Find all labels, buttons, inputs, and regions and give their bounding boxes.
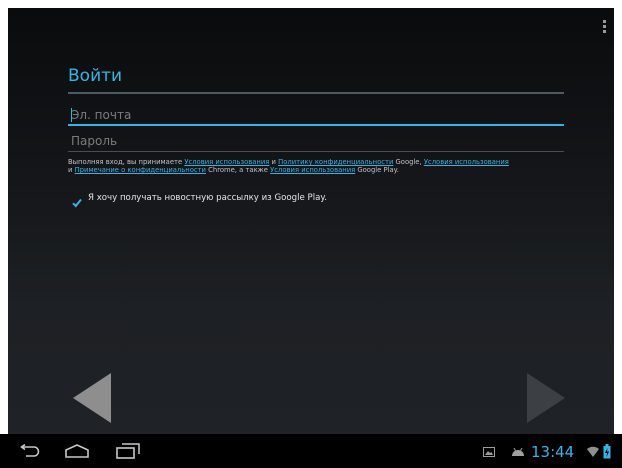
terms-text-part: Google, [393,158,424,166]
setup-screen: Войти Выполняя вход, вы принимаете Услов… [8,8,614,460]
system-navigation-bar [0,434,622,468]
terms-link-google-tos[interactable]: Условия использования [184,158,269,166]
recent-apps-icon[interactable] [116,443,140,459]
title-divider [68,92,564,94]
terms-text-part: и [269,158,279,166]
password-field[interactable] [68,130,564,152]
password-input[interactable] [68,132,551,150]
terms-text-part: Google Play. [355,166,399,174]
gallery-notification-icon[interactable] [483,447,495,457]
left-arrow-icon [73,373,111,423]
android-notification-icon[interactable] [511,447,525,457]
terms-text: Выполняя вход, вы принимаете Условия исп… [68,158,568,174]
terms-link-chrome-privacy[interactable]: Примечание о конфиденциальности [75,166,206,174]
newsletter-label: Я хочу получать новостную рассылку из Go… [88,193,327,203]
battery-icon [603,444,611,459]
terms-link-chrome-tos[interactable]: Условия использования [424,158,509,166]
email-underline [68,124,564,126]
terms-text-part: и [68,166,75,174]
text-cursor [71,108,72,122]
password-underline [68,151,564,152]
next-button[interactable] [525,371,567,429]
previous-button[interactable] [71,371,113,429]
overflow-menu-icon[interactable] [602,20,608,40]
email-field[interactable] [68,104,564,126]
back-icon[interactable] [18,444,40,458]
right-arrow-icon [527,373,565,423]
status-clock: 13:44 [531,443,575,461]
page-title: Войти [68,66,123,86]
wifi-icon [587,446,599,457]
terms-link-google-privacy[interactable]: Политику конфиденциальности [278,158,393,166]
terms-link-play-tos[interactable]: Условия использования [270,166,355,174]
email-input[interactable] [68,106,551,124]
home-icon[interactable] [65,444,89,458]
terms-text-part: Chrome, а также [205,166,271,174]
newsletter-checkbox[interactable] [72,193,82,208]
terms-text-part: Выполняя вход, вы принимаете [68,158,185,166]
checkmark-icon [72,198,82,208]
newsletter-checkbox-row[interactable]: Я хочу получать новостную рассылку из Go… [72,190,327,208]
